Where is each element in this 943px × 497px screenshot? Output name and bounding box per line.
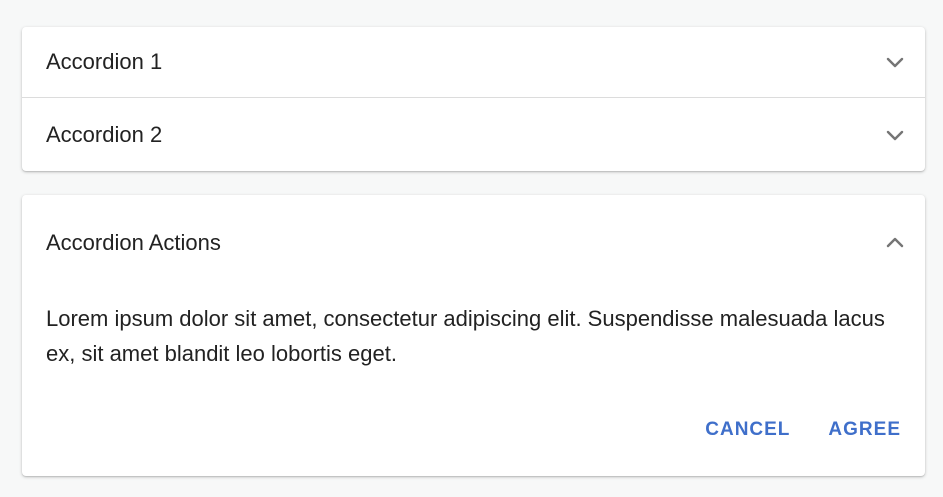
accordion-3-actions: Cancel Agree <box>693 411 913 449</box>
cancel-button[interactable]: Cancel <box>693 411 802 449</box>
accordion-2-header[interactable]: Accordion 2 <box>22 98 925 171</box>
accordion-3: Accordion Actions Lorem ipsum dolor sit … <box>22 195 925 476</box>
accordion-3-title: Accordion Actions <box>46 230 221 255</box>
chevron-up-icon <box>883 231 907 255</box>
accordion-2-title: Accordion 2 <box>46 121 163 147</box>
accordion-1-title: Accordion 1 <box>46 49 163 74</box>
agree-button[interactable]: Agree <box>816 411 913 449</box>
accordion-demo: Accordion 1 Accordion 2 Accordion Action… <box>22 27 925 476</box>
accordion-1-header[interactable]: Accordion 1 <box>22 27 925 98</box>
accordion-3-details: Lorem ipsum dolor sit amet, consectetur … <box>46 306 885 366</box>
accordion-3-header[interactable]: Accordion Actions <box>22 195 925 291</box>
accordion-group: Accordion 1 Accordion 2 <box>22 27 925 171</box>
chevron-down-icon <box>883 50 907 74</box>
chevron-down-icon <box>883 123 907 147</box>
